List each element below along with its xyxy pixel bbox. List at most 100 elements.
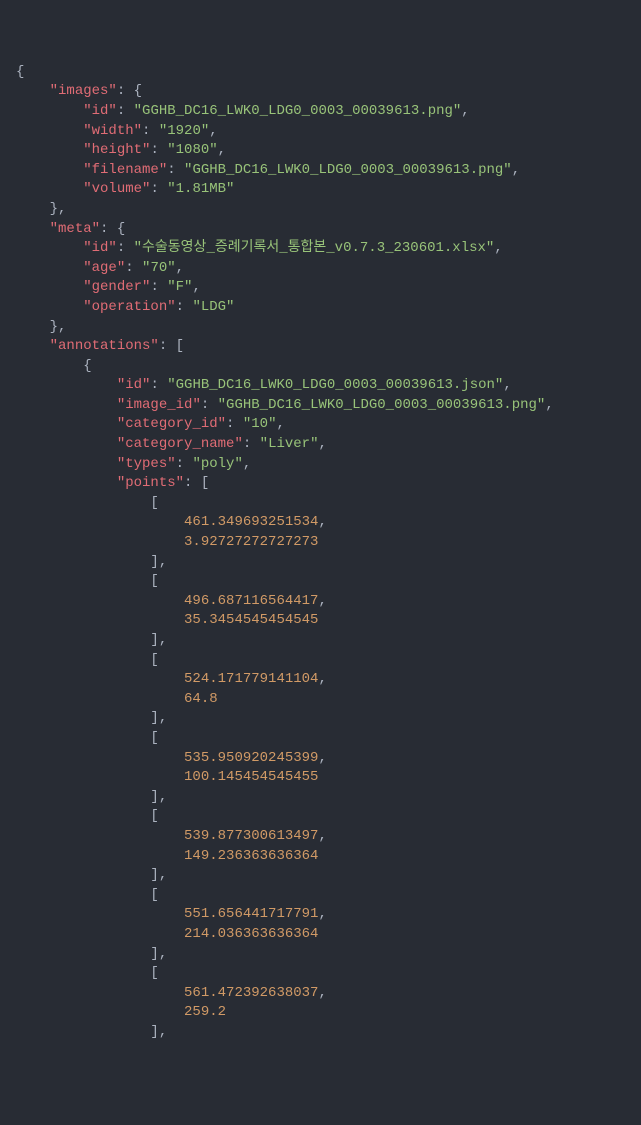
code-line: }, (0, 318, 641, 338)
json-punct: : [ (159, 338, 184, 354)
json-punct (16, 416, 117, 432)
code-line: "points": [ (0, 474, 641, 494)
code-line: "image_id": "GGHB_DC16_LWK0_LDG0_0003_00… (0, 396, 641, 416)
json-punct: : (117, 103, 134, 119)
json-punct: [ (16, 495, 159, 511)
code-line: "operation": "LDG" (0, 298, 641, 318)
json-punct: ], (16, 554, 167, 570)
code-line: [ (0, 964, 641, 984)
code-line: { (0, 357, 641, 377)
code-line: ], (0, 945, 641, 965)
json-key: "image_id" (117, 397, 201, 413)
code-line: 35.3454545454545 (0, 611, 641, 631)
code-line: 3.92727272727273 (0, 533, 641, 553)
json-punct (16, 142, 83, 158)
json-string: "F" (167, 279, 192, 295)
code-line: 539.877300613497, (0, 827, 641, 847)
json-key: "filename" (83, 162, 167, 178)
json-punct: : (125, 260, 142, 276)
json-punct: , (218, 142, 226, 158)
code-line: "age": "70", (0, 259, 641, 279)
json-key: "id" (83, 240, 117, 256)
json-punct (16, 123, 83, 139)
json-string: "1080" (167, 142, 217, 158)
json-punct: : [ (184, 475, 209, 491)
json-punct: : (167, 162, 184, 178)
json-number: 551.656441717791 (184, 906, 318, 922)
json-key: "types" (117, 456, 176, 472)
code-line: [ (0, 729, 641, 749)
json-number: 461.349693251534 (184, 514, 318, 530)
code-line: [ (0, 572, 641, 592)
json-punct: : (201, 397, 218, 413)
code-line: 561.472392638037, (0, 984, 641, 1004)
code-line: "annotations": [ (0, 337, 641, 357)
json-punct (16, 612, 184, 628)
json-punct: : (176, 456, 193, 472)
json-punct: { (16, 64, 24, 80)
json-punct (16, 456, 117, 472)
json-punct: : (142, 123, 159, 139)
json-punct: , (318, 750, 326, 766)
json-punct (16, 985, 184, 1001)
json-punct: ], (16, 946, 167, 962)
json-string: "1920" (159, 123, 209, 139)
json-punct: , (545, 397, 553, 413)
code-line: [ (0, 886, 641, 906)
json-key: "points" (117, 475, 184, 491)
json-punct (16, 769, 184, 785)
json-number: 259.2 (184, 1004, 226, 1020)
json-punct: , (318, 514, 326, 530)
code-line: [ (0, 807, 641, 827)
json-key: "age" (83, 260, 125, 276)
json-string: "GGHB_DC16_LWK0_LDG0_0003_00039613.png" (218, 397, 546, 413)
json-number: 3.92727272727273 (184, 534, 318, 550)
json-punct (16, 397, 117, 413)
code-line: "volume": "1.81MB" (0, 180, 641, 200)
json-key: "gender" (83, 279, 150, 295)
code-line: 259.2 (0, 1003, 641, 1023)
code-line: "types": "poly", (0, 455, 641, 475)
json-number: 35.3454545454545 (184, 612, 318, 628)
json-punct: [ (16, 573, 159, 589)
json-punct (16, 181, 83, 197)
json-punct (16, 436, 117, 452)
code-line: "category_name": "Liver", (0, 435, 641, 455)
json-punct: : (150, 142, 167, 158)
json-punct: : (150, 181, 167, 197)
json-punct: : { (117, 83, 142, 99)
json-punct: [ (16, 730, 159, 746)
json-punct (16, 221, 50, 237)
json-number: 149.236363636364 (184, 848, 318, 864)
json-punct: [ (16, 652, 159, 668)
json-punct (16, 279, 83, 295)
json-number: 496.687116564417 (184, 593, 318, 609)
code-line: ], (0, 788, 641, 808)
json-punct: }, (16, 319, 66, 335)
json-punct: , (503, 377, 511, 393)
code-line: "id": "GGHB_DC16_LWK0_LDG0_0003_00039613… (0, 102, 641, 122)
json-string: "10" (243, 416, 277, 432)
json-punct (16, 162, 83, 178)
code-line: 551.656441717791, (0, 905, 641, 925)
json-key: "images" (50, 83, 117, 99)
code-line: "images": { (0, 82, 641, 102)
json-punct: , (176, 260, 184, 276)
json-punct (16, 1004, 184, 1020)
json-key: "height" (83, 142, 150, 158)
json-punct: , (512, 162, 520, 178)
json-string: "GGHB_DC16_LWK0_LDG0_0003_00039613.png" (184, 162, 512, 178)
json-code-block: { "images": { "id": "GGHB_DC16_LWK0_LDG0… (0, 63, 641, 1043)
json-number: 100.145454545455 (184, 769, 318, 785)
json-number: 214.036363636364 (184, 926, 318, 942)
json-string: "poly" (192, 456, 242, 472)
json-punct: ], (16, 789, 167, 805)
json-punct: : (117, 240, 134, 256)
json-punct (16, 691, 184, 707)
json-string: "LDG" (192, 299, 234, 315)
code-line: "category_id": "10", (0, 415, 641, 435)
code-line: "width": "1920", (0, 122, 641, 142)
code-line: ], (0, 631, 641, 651)
json-key: "annotations" (50, 338, 159, 354)
code-line: 214.036363636364 (0, 925, 641, 945)
